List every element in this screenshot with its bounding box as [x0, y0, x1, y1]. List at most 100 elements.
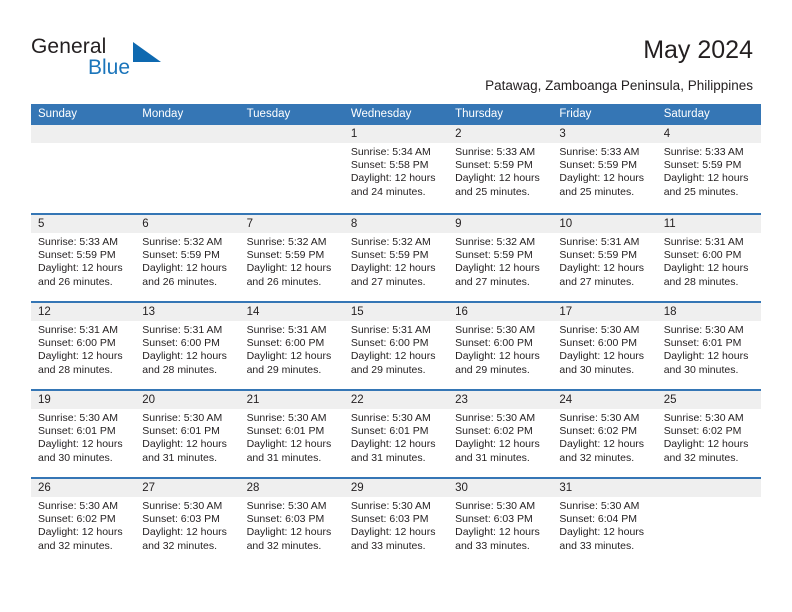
- weekday-header-saturday: Saturday: [663, 108, 710, 120]
- day-details: Sunrise: 5:30 AM Sunset: 6:02 PM Daylight:…: [657, 409, 761, 465]
- day-number: 30: [448, 479, 553, 497]
- daylight-duration-line2: and 26 minutes.: [38, 275, 113, 288]
- sunset-time: Sunset: 5:59 PM: [350, 249, 429, 262]
- sunset-time: Sunset: 6:03 PM: [455, 513, 533, 526]
- calendar-day-cell[interactable]: 30 Sunrise: 5:30 AM Sunset: 6:03 PM Dayligh…: [448, 479, 553, 565]
- calendar-day-cell[interactable]: 20 Sunrise: 5:30 AM Sunset: 6:01 PM Dayligh…: [135, 391, 240, 477]
- calendar-day-cell[interactable]: 22 Sunrise: 5:30 AM Sunset: 6:01 PM Dayligh…: [343, 391, 449, 477]
- day-details: Sunrise: 5:31 AM Sunset: 6:00 PM Daylight:…: [657, 233, 761, 289]
- calendar-day-cell[interactable]: 25 Sunrise: 5:30 AM Sunset: 6:02 PM Dayligh…: [656, 391, 761, 477]
- calendar-day-cell[interactable]: 6 Sunrise: 5:32 AM Sunset: 5:59 PM Daylight…: [135, 215, 240, 301]
- daylight-duration-line1: Daylight: 12 hours: [246, 526, 332, 539]
- day-details: Sunrise: 5:32 AM Sunset: 5:59 PM Daylight:…: [135, 233, 239, 289]
- daylight-duration-line2: and 30 minutes.: [663, 363, 739, 376]
- day-details: Sunrise: 5:31 AM Sunset: 6:00 PM Daylight:…: [344, 321, 448, 377]
- sunset-time: Sunset: 6:01 PM: [246, 425, 325, 438]
- weekday-header-tuesday: Tuesday: [246, 108, 291, 120]
- day-number: 7: [239, 215, 344, 233]
- daylight-duration-line2: and 27 minutes.: [350, 275, 426, 288]
- general-blue-logo[interactable]: General Blue: [31, 35, 211, 83]
- day-number: 14: [239, 303, 344, 321]
- daylight-duration-line2: and 27 minutes.: [559, 275, 635, 288]
- calendar-day-cell[interactable]: 26 Sunrise: 5:30 AM Sunset: 6:02 PM Dayligh…: [31, 479, 136, 565]
- weekday-header-sunday: Sunday: [38, 108, 78, 120]
- daylight-duration-line1: Daylight: 12 hours: [38, 350, 123, 363]
- calendar-day-cell[interactable]: 2 Sunrise: 5:33 AM Sunset: 5:59 PM Daylight…: [448, 125, 553, 213]
- calendar-week-row: 19 Sunrise: 5:30 AM Sunset: 6:01 PM Dayligh…: [31, 389, 761, 477]
- sunrise-time: Sunrise: 5:32 AM: [142, 236, 223, 248]
- calendar-day-cell-empty: [239, 125, 344, 213]
- sunset-time: Sunset: 6:00 PM: [38, 337, 116, 350]
- daylight-duration-line2: and 33 minutes.: [455, 539, 530, 552]
- day-details: Sunrise: 5:32 AM Sunset: 5:59 PM Daylight:…: [240, 233, 344, 289]
- sunrise-time: Sunrise: 5:30 AM: [559, 412, 640, 424]
- calendar-day-cell[interactable]: 28 Sunrise: 5:30 AM Sunset: 6:03 PM Dayligh…: [239, 479, 344, 565]
- sunrise-time: Sunrise: 5:33 AM: [38, 236, 118, 248]
- daylight-duration-line2: and 31 minutes.: [246, 451, 322, 464]
- daylight-duration-line1: Daylight: 12 hours: [142, 438, 227, 451]
- calendar-day-cell[interactable]: 19 Sunrise: 5:30 AM Sunset: 6:01 PM Dayligh…: [31, 391, 136, 477]
- calendar-day-cell[interactable]: 24 Sunrise: 5:30 AM Sunset: 6:02 PM Dayligh…: [552, 391, 657, 477]
- day-number: 25: [656, 391, 761, 409]
- day-details: Sunrise: 5:34 AM Sunset: 5:58 PM Daylight:…: [344, 143, 448, 199]
- day-number: 13: [135, 303, 240, 321]
- calendar-day-cell[interactable]: 18 Sunrise: 5:30 AM Sunset: 6:01 PM Dayligh…: [656, 303, 761, 389]
- sunrise-time: Sunrise: 5:33 AM: [455, 146, 536, 158]
- calendar-day-cell[interactable]: 29 Sunrise: 5:30 AM Sunset: 6:03 PM Dayligh…: [343, 479, 449, 565]
- day-details: Sunrise: 5:31 AM Sunset: 6:00 PM Daylight:…: [31, 321, 135, 377]
- calendar-day-cell[interactable]: 17 Sunrise: 5:30 AM Sunset: 6:00 PM Dayligh…: [552, 303, 657, 389]
- calendar-day-cell[interactable]: 15 Sunrise: 5:31 AM Sunset: 6:00 PM Dayligh…: [343, 303, 449, 389]
- sunrise-time: Sunrise: 5:30 AM: [455, 412, 536, 424]
- day-details: Sunrise: 5:30 AM Sunset: 6:03 PM Daylight:…: [135, 497, 239, 553]
- daylight-duration-line1: Daylight: 12 hours: [663, 262, 749, 275]
- calendar-day-cell[interactable]: 31 Sunrise: 5:30 AM Sunset: 6:04 PM Dayligh…: [552, 479, 657, 565]
- daylight-duration-line1: Daylight: 12 hours: [246, 350, 332, 363]
- calendar-day-cell[interactable]: 8 Sunrise: 5:32 AM Sunset: 5:59 PM Daylight…: [343, 215, 449, 301]
- sunset-time: Sunset: 6:02 PM: [559, 425, 638, 438]
- calendar-day-cell[interactable]: 14 Sunrise: 5:31 AM Sunset: 6:00 PM Dayligh…: [239, 303, 344, 389]
- daylight-duration-line2: and 29 minutes.: [455, 363, 530, 376]
- calendar-day-cell[interactable]: 9 Sunrise: 5:32 AM Sunset: 5:59 PM Daylight…: [448, 215, 553, 301]
- daylight-duration-line1: Daylight: 12 hours: [38, 438, 123, 451]
- calendar-day-cell[interactable]: 23 Sunrise: 5:30 AM Sunset: 6:02 PM Dayligh…: [448, 391, 553, 477]
- calendar-week-row: 1 Sunrise: 5:34 AM Sunset: 5:58 PM Daylight…: [31, 125, 761, 213]
- calendar-day-cell[interactable]: 4 Sunrise: 5:33 AM Sunset: 5:59 PM Daylight…: [656, 125, 761, 213]
- sunset-time: Sunset: 6:00 PM: [246, 337, 325, 350]
- sunrise-time: Sunrise: 5:30 AM: [350, 500, 431, 512]
- day-details: Sunrise: 5:30 AM Sunset: 6:02 PM Daylight:…: [448, 409, 552, 465]
- daylight-duration-line1: Daylight: 12 hours: [455, 438, 540, 451]
- calendar-day-cell[interactable]: 10 Sunrise: 5:31 AM Sunset: 5:59 PM Dayligh…: [552, 215, 657, 301]
- day-number: 5: [31, 215, 136, 233]
- daylight-duration-line1: Daylight: 12 hours: [350, 350, 436, 363]
- page-title: May 2024: [643, 36, 753, 64]
- day-number: 23: [448, 391, 553, 409]
- day-number: 17: [552, 303, 657, 321]
- daylight-duration-line1: Daylight: 12 hours: [246, 438, 332, 451]
- calendar-day-cell-empty: [135, 125, 240, 213]
- daylight-duration-line2: and 33 minutes.: [350, 539, 426, 552]
- weekday-header-thursday: Thursday: [455, 108, 504, 120]
- day-details: Sunrise: 5:30 AM Sunset: 6:04 PM Daylight:…: [552, 497, 656, 553]
- calendar-day-cell[interactable]: 7 Sunrise: 5:32 AM Sunset: 5:59 PM Daylight…: [239, 215, 344, 301]
- day-number: [239, 125, 344, 143]
- sunset-time: Sunset: 6:00 PM: [663, 249, 742, 262]
- calendar-day-cell[interactable]: 13 Sunrise: 5:31 AM Sunset: 6:00 PM Dayligh…: [135, 303, 240, 389]
- calendar-day-cell[interactable]: 1 Sunrise: 5:34 AM Sunset: 5:58 PM Daylight…: [343, 125, 449, 213]
- daylight-duration-line2: and 32 minutes.: [246, 539, 322, 552]
- day-details: Sunrise: 5:30 AM Sunset: 6:01 PM Daylight:…: [135, 409, 239, 465]
- sunrise-time: Sunrise: 5:30 AM: [559, 500, 640, 512]
- calendar-day-cell[interactable]: 11 Sunrise: 5:31 AM Sunset: 6:00 PM Dayligh…: [656, 215, 761, 301]
- calendar-day-cell[interactable]: 21 Sunrise: 5:30 AM Sunset: 6:01 PM Dayligh…: [239, 391, 344, 477]
- calendar-day-cell[interactable]: 12 Sunrise: 5:31 AM Sunset: 6:00 PM Dayligh…: [31, 303, 136, 389]
- sunrise-time: Sunrise: 5:30 AM: [142, 500, 223, 512]
- daylight-duration-line2: and 28 minutes.: [142, 363, 217, 376]
- daylight-duration-line1: Daylight: 12 hours: [455, 262, 540, 275]
- day-number: 11: [656, 215, 761, 233]
- calendar-day-cell[interactable]: 27 Sunrise: 5:30 AM Sunset: 6:03 PM Dayligh…: [135, 479, 240, 565]
- daylight-duration-line1: Daylight: 12 hours: [142, 262, 227, 275]
- calendar-day-cell[interactable]: 16 Sunrise: 5:30 AM Sunset: 6:00 PM Dayligh…: [448, 303, 553, 389]
- calendar-day-cell[interactable]: 5 Sunrise: 5:33 AM Sunset: 5:59 PM Daylight…: [31, 215, 136, 301]
- day-number: 21: [239, 391, 344, 409]
- calendar-day-cell[interactable]: 3 Sunrise: 5:33 AM Sunset: 5:59 PM Daylight…: [552, 125, 657, 213]
- calendar-week-row: 5 Sunrise: 5:33 AM Sunset: 5:59 PM Daylight…: [31, 213, 761, 301]
